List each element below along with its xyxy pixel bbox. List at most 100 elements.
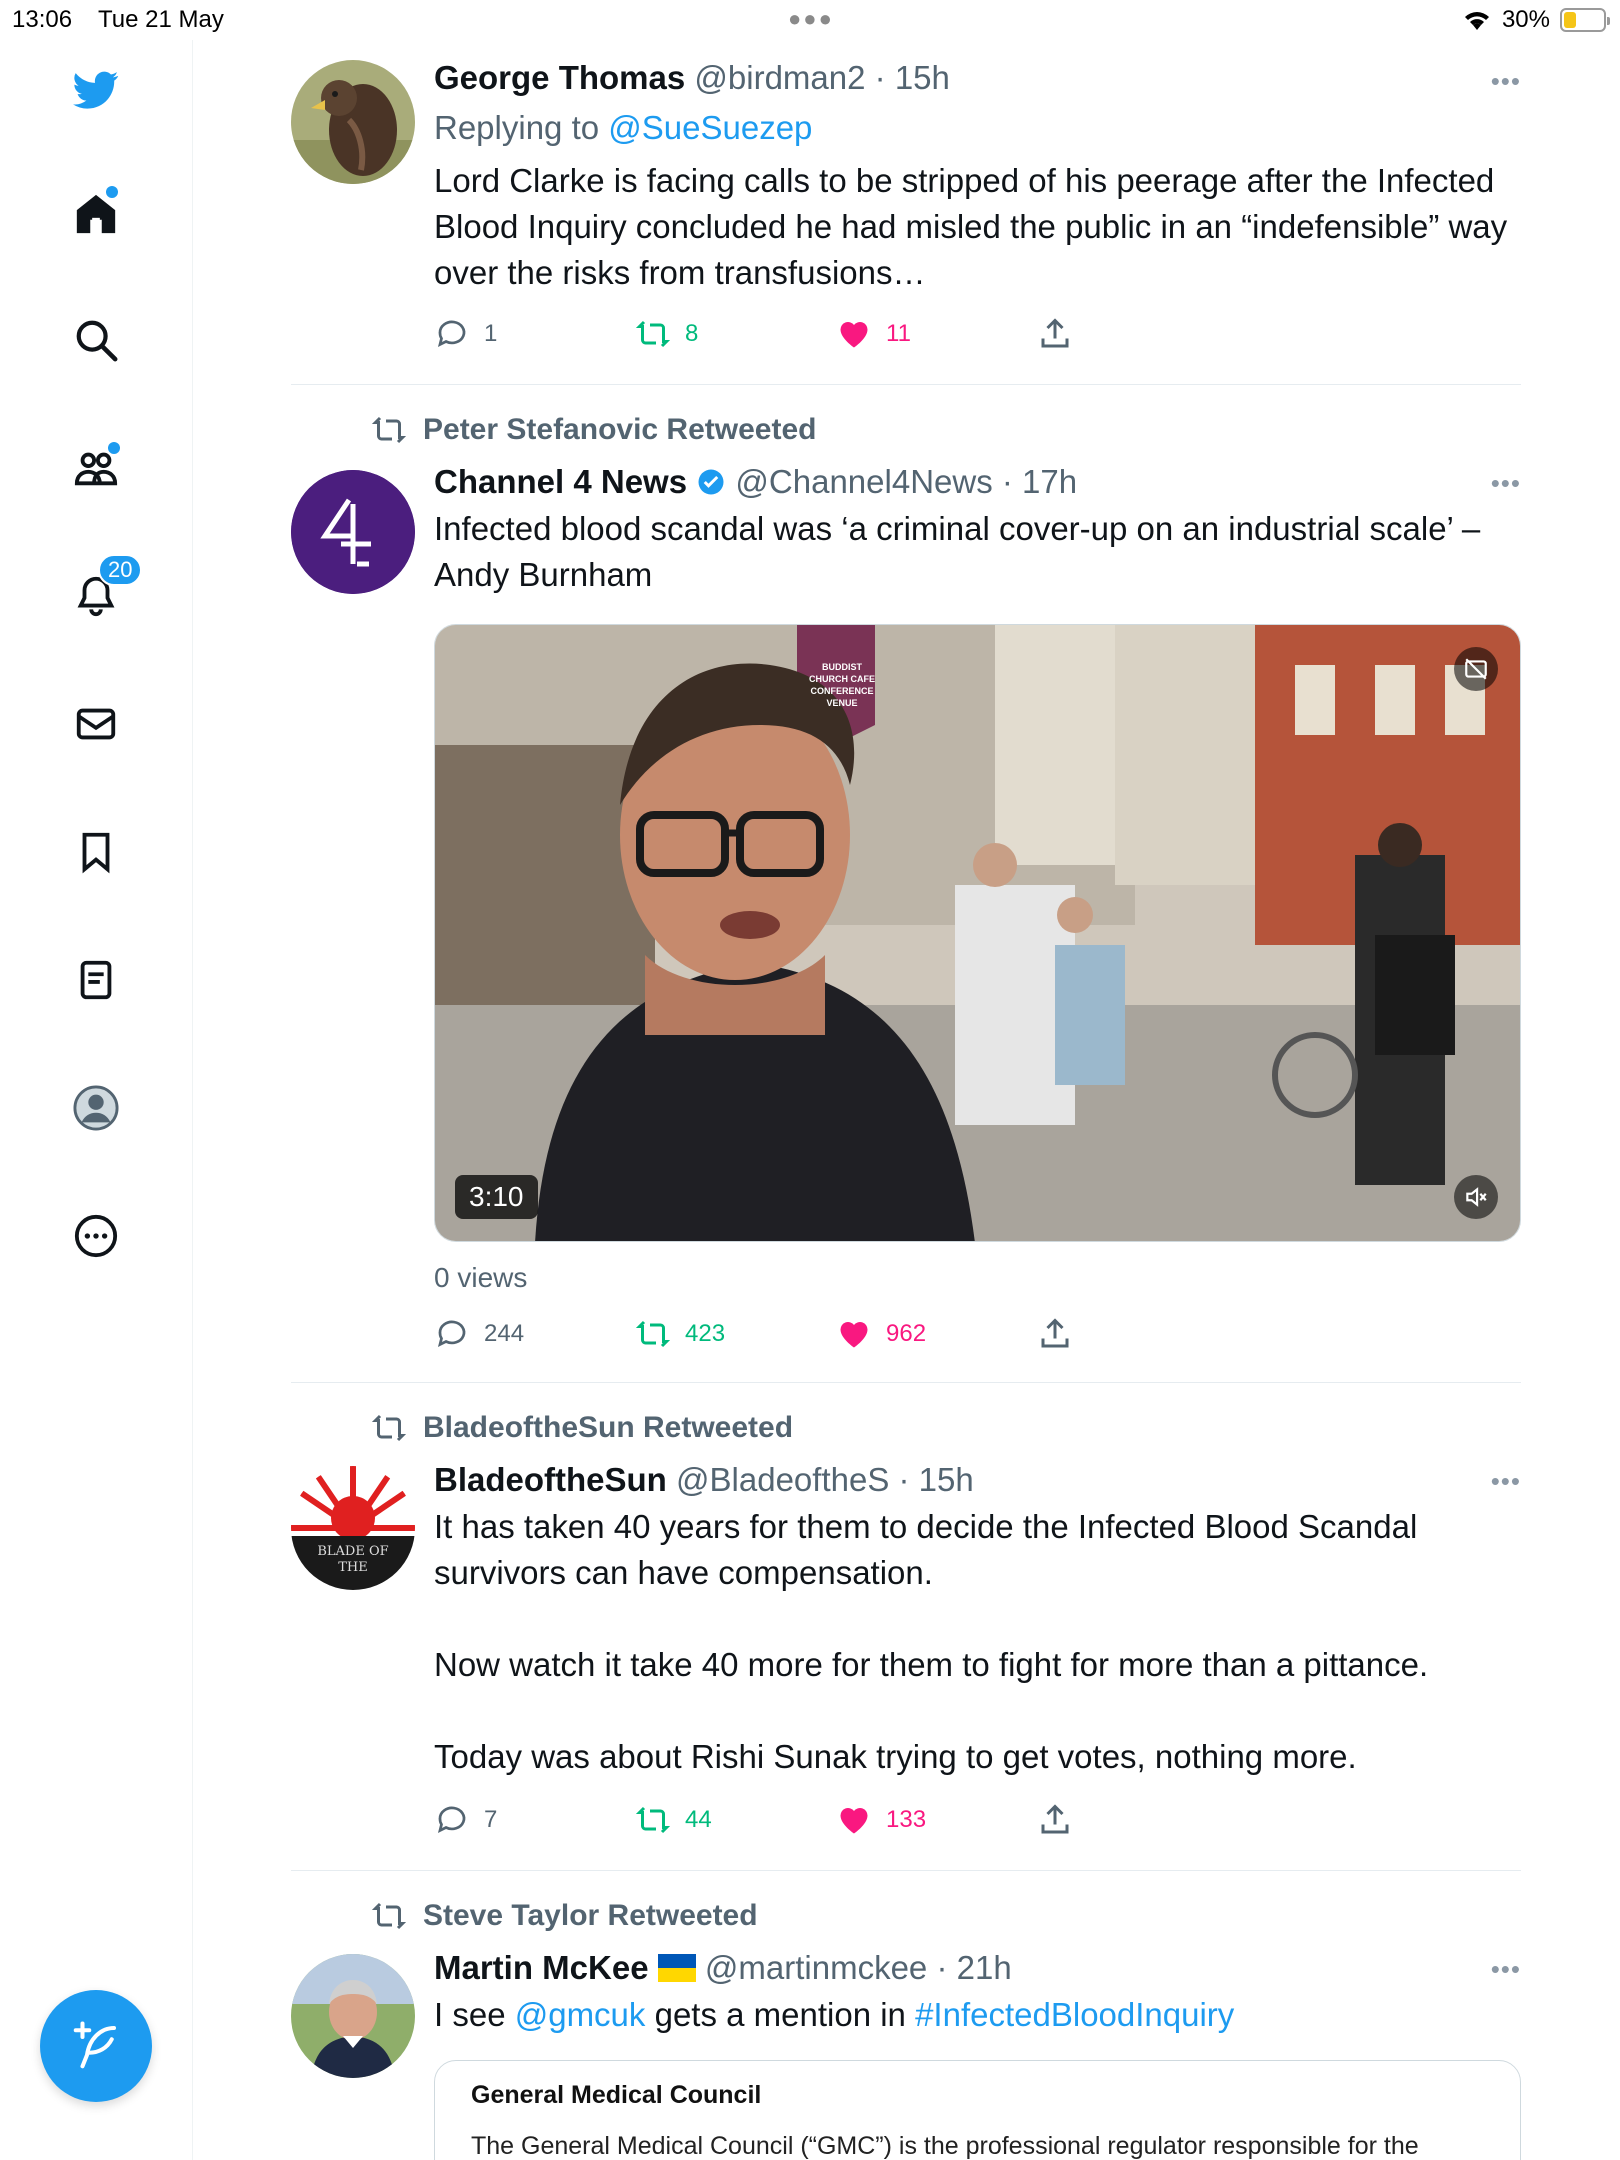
author-handle[interactable]: @martinmckee — [705, 1949, 927, 1986]
retweeted-by-label: Steve Taylor Retweeted — [423, 1899, 758, 1932]
tweet-actions: 244 423 962 — [434, 1316, 1238, 1352]
retweeted-by[interactable]: Steve Taylor Retweeted — [371, 1898, 758, 1934]
retweet-small-icon — [371, 1902, 407, 1930]
reply-button[interactable]: 1 — [434, 316, 635, 352]
author-handle[interactable]: @Channel4News — [735, 463, 992, 500]
mail-icon — [76, 708, 116, 740]
share-icon — [1041, 1804, 1069, 1834]
retweet-icon — [635, 320, 671, 348]
quoted-image-card[interactable]: General Medical Council The General Medi… — [434, 2060, 1521, 2160]
home-dot-indicator — [106, 186, 118, 198]
video-banner-text: BUDDIST CHURCH CAFE CONFERENCE VENUE — [809, 662, 875, 708]
multitask-dots-icon[interactable]: ●●● — [788, 6, 834, 32]
share-button[interactable] — [1037, 1802, 1238, 1838]
video-duration: 3:10 — [455, 1175, 538, 1219]
retweeted-by[interactable]: BladeoftheSun Retweeted — [371, 1410, 793, 1446]
more-options-icon[interactable]: ••• — [1491, 1466, 1521, 1497]
video-thumbnail — [435, 625, 1520, 1241]
reply-count: 244 — [484, 1320, 525, 1347]
tweet-text: Lord Clarke is facing calls to be stripp… — [434, 162, 1508, 291]
wifi-icon — [1464, 12, 1489, 30]
author-name[interactable]: BladeoftheSun — [434, 1461, 667, 1498]
replying-to: Replying to @SueSuezep — [434, 108, 1521, 148]
nav-bookmarks[interactable] — [66, 822, 126, 882]
retweet-count: 44 — [685, 1806, 712, 1833]
author-line: Channel 4 News @Channel4News · 17h — [434, 462, 1521, 502]
retweet-count: 423 — [685, 1320, 726, 1347]
nav-more[interactable] — [66, 1206, 126, 1266]
share-button[interactable] — [1037, 316, 1238, 352]
card-text: The General Medical Council (“GMC”) is t… — [471, 2132, 1419, 2160]
reply-button[interactable]: 244 — [434, 1316, 635, 1352]
author-line: George Thomas @birdman2 · 15h — [434, 58, 1521, 98]
communities-dot-indicator — [108, 442, 120, 454]
divider — [291, 384, 1521, 385]
reply-count: 7 — [484, 1806, 498, 1833]
sidebar: 20 — [0, 40, 193, 2160]
like-button[interactable]: 11 — [836, 316, 1037, 352]
captions-toggle-icon[interactable] — [1454, 647, 1498, 691]
replying-to-link[interactable]: @SueSuezep — [608, 109, 812, 146]
retweeted-by[interactable]: Peter Stefanovic Retweeted — [371, 412, 816, 448]
retweeted-by-label: Peter Stefanovic Retweeted — [423, 413, 817, 446]
tweet-time[interactable]: · 15h — [899, 1461, 974, 1498]
retweeted-by-label: BladeoftheSun Retweeted — [423, 1411, 794, 1444]
reply-count: 1 — [484, 320, 498, 347]
nav-communities[interactable] — [66, 438, 126, 498]
tweet-time[interactable]: · 15h — [875, 59, 950, 96]
video-player[interactable]: BUDDIST CHURCH CAFE CONFERENCE VENUE 3:1… — [434, 624, 1521, 1242]
reply-icon — [437, 1806, 466, 1834]
nav-home[interactable] — [66, 184, 126, 244]
retweet-count: 8 — [685, 320, 699, 347]
tweet-time[interactable]: · 17h — [1002, 463, 1077, 500]
retweet-button[interactable]: 44 — [635, 1802, 836, 1838]
reply-icon — [437, 320, 466, 348]
retweet-button[interactable]: 8 — [635, 316, 836, 352]
reply-button[interactable]: 7 — [434, 1802, 635, 1838]
divider — [291, 1382, 1521, 1383]
like-count: 11 — [886, 320, 911, 347]
lists-icon — [80, 960, 112, 1000]
share-icon — [1041, 318, 1069, 348]
feather-plus-icon — [73, 2021, 117, 2069]
nav-lists[interactable] — [66, 950, 126, 1010]
status-date: Tue 21 May — [98, 6, 224, 33]
avatar[interactable]: BLADE OF THE — [291, 1466, 415, 1590]
compose-tweet-button[interactable] — [40, 1990, 152, 2102]
retweet-small-icon — [371, 416, 407, 444]
mute-icon[interactable] — [1454, 1175, 1498, 1219]
heart-filled-icon — [840, 1322, 868, 1348]
author-name[interactable]: George Thomas — [434, 59, 685, 96]
divider — [291, 1870, 1521, 1871]
more-options-icon[interactable]: ••• — [1491, 1954, 1521, 1985]
card-title: General Medical Council — [471, 2081, 762, 2109]
nav-search[interactable] — [66, 310, 126, 370]
nav-messages[interactable] — [66, 694, 126, 754]
like-button[interactable]: 962 — [836, 1316, 1037, 1352]
avatar[interactable] — [291, 470, 415, 594]
author-handle[interactable]: @BladeoftheS — [676, 1461, 889, 1498]
tweet-time[interactable]: · 21h — [936, 1949, 1011, 1986]
retweet-icon — [635, 1320, 671, 1348]
like-count: 962 — [886, 1320, 927, 1347]
retweet-button[interactable]: 423 — [635, 1316, 836, 1352]
share-button[interactable] — [1037, 1316, 1238, 1352]
more-options-icon[interactable]: ••• — [1491, 66, 1521, 97]
nav-profile[interactable] — [66, 1078, 126, 1138]
reply-icon — [437, 1320, 466, 1348]
avatar[interactable] — [291, 1954, 415, 2078]
author-name[interactable]: Martin McKee — [434, 1949, 649, 1986]
avatar-text: BLADE OF THE — [317, 1544, 389, 1575]
hashtag-link[interactable]: #InfectedBloodInquiry — [915, 1996, 1234, 2033]
verified-badge-icon — [698, 469, 724, 495]
twitter-logo-icon[interactable] — [66, 60, 126, 120]
notifications-badge: 20 — [98, 554, 143, 586]
more-circle-icon — [74, 1214, 118, 1258]
avatar[interactable] — [291, 60, 415, 184]
author-name[interactable]: Channel 4 News — [434, 463, 687, 500]
mention-link[interactable]: @gmcuk — [515, 1996, 646, 2033]
status-time: 13:06 — [12, 6, 73, 33]
author-handle[interactable]: @birdman2 — [694, 59, 865, 96]
more-options-icon[interactable]: ••• — [1491, 468, 1521, 499]
like-button[interactable]: 133 — [836, 1802, 1037, 1838]
